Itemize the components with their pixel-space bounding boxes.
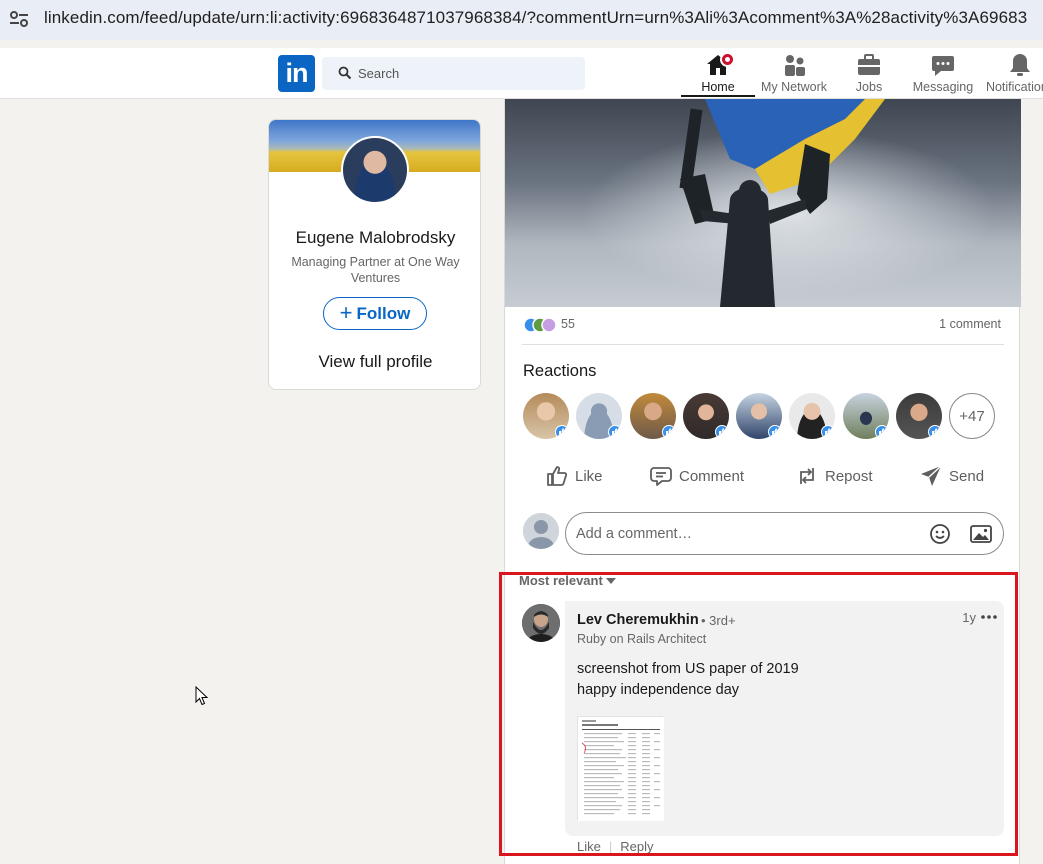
view-full-profile-link[interactable]: View full profile xyxy=(269,352,480,372)
search-input[interactable] xyxy=(358,62,578,84)
reactor-avatar[interactable] xyxy=(683,393,729,439)
bell-icon xyxy=(1010,54,1030,76)
image-icon[interactable] xyxy=(969,522,993,546)
reactions-title: Reactions xyxy=(523,362,597,380)
reactor-avatar[interactable] xyxy=(896,393,942,439)
like-label: Like xyxy=(575,467,603,485)
reactor-avatar[interactable] xyxy=(736,393,782,439)
profile-card: Eugene Malobrodsky Managing Partner at O… xyxy=(268,119,481,390)
reactor-avatar[interactable] xyxy=(523,393,569,439)
nav-notifications-label: Notifications xyxy=(985,80,1043,94)
more-reactors-button[interactable]: +47 xyxy=(949,393,995,439)
profile-headline: Managing Partner at One Way Ventures xyxy=(291,255,460,285)
nav-messaging[interactable]: Messaging xyxy=(905,51,981,97)
linkedin-logo[interactable]: in xyxy=(278,55,315,92)
site-settings-icon[interactable] xyxy=(8,9,30,29)
like-reaction-icon xyxy=(555,425,569,439)
follow-button[interactable]: + Follow xyxy=(323,297,427,330)
search-icon xyxy=(338,66,352,80)
nav-jobs[interactable]: Jobs xyxy=(840,51,898,97)
chat-icon xyxy=(932,56,954,76)
address-bar[interactable]: linkedin.com/feed/update/urn:li:activity… xyxy=(0,0,1043,38)
profile-name[interactable]: Eugene Malobrodsky xyxy=(269,228,480,248)
like-reaction-icon xyxy=(608,425,622,439)
post-image[interactable] xyxy=(505,99,1021,307)
like-reaction-icon xyxy=(662,425,676,439)
reaction-count[interactable]: 55 xyxy=(561,317,575,331)
reactor-avatar[interactable] xyxy=(843,393,889,439)
repost-icon xyxy=(800,468,814,484)
reactor-avatar[interactable] xyxy=(630,393,676,439)
nav-messaging-label: Messaging xyxy=(912,80,974,94)
like-reaction-icon xyxy=(821,425,835,439)
follow-label: Follow xyxy=(356,303,411,323)
send-label: Send xyxy=(949,467,985,485)
statue-flag-illustration xyxy=(505,99,1021,307)
like-button[interactable]: Like xyxy=(545,463,603,489)
url-text[interactable]: linkedin.com/feed/update/urn:li:activity… xyxy=(44,8,1027,28)
mouse-cursor-icon xyxy=(195,686,209,706)
repost-button[interactable]: Repost xyxy=(795,463,873,489)
like-reaction-icon xyxy=(928,425,942,439)
comment-icon xyxy=(650,467,672,486)
repost-label: Repost xyxy=(825,467,873,485)
comment-count[interactable]: 1 comment xyxy=(939,317,1001,331)
reactor-avatar[interactable] xyxy=(576,393,622,439)
like-reaction-icon xyxy=(715,425,729,439)
send-button[interactable]: Send xyxy=(919,463,984,489)
comment-highlight-box xyxy=(499,572,1018,856)
browser-url-bar: linkedin.com/feed/update/urn:li:activity… xyxy=(0,0,1043,40)
nav-my-network-label: My Network xyxy=(761,80,827,94)
comment-composer[interactable] xyxy=(565,512,1004,555)
plus-icon: + xyxy=(339,299,353,325)
people-icon xyxy=(785,55,805,76)
nav-notifications[interactable]: Notifications xyxy=(980,51,1043,97)
nav-home-label: Home xyxy=(701,80,735,94)
like-reaction-icon xyxy=(875,425,889,439)
like-reaction-icon xyxy=(768,425,782,439)
nav-home[interactable]: Home xyxy=(681,51,755,97)
search-box[interactable] xyxy=(322,57,585,90)
reactor-avatar[interactable] xyxy=(789,393,835,439)
send-icon xyxy=(921,465,942,486)
briefcase-icon xyxy=(858,54,880,75)
comment-input[interactable] xyxy=(576,522,906,546)
notification-badge xyxy=(720,52,735,67)
nav-jobs-label: Jobs xyxy=(855,80,883,94)
profile-avatar[interactable] xyxy=(341,136,409,204)
divider xyxy=(522,344,1004,345)
thumbs-up-icon xyxy=(547,466,568,486)
reaction-icons[interactable] xyxy=(523,317,559,333)
global-nav: in Home My Network Jobs xyxy=(0,48,1043,99)
user-silhouette-icon xyxy=(523,513,559,549)
comment-button[interactable]: Comment xyxy=(649,463,744,489)
comment-label: Comment xyxy=(679,467,745,485)
emoji-icon[interactable] xyxy=(928,522,952,546)
current-user-avatar xyxy=(523,513,559,549)
nav-my-network[interactable]: My Network xyxy=(755,51,833,97)
